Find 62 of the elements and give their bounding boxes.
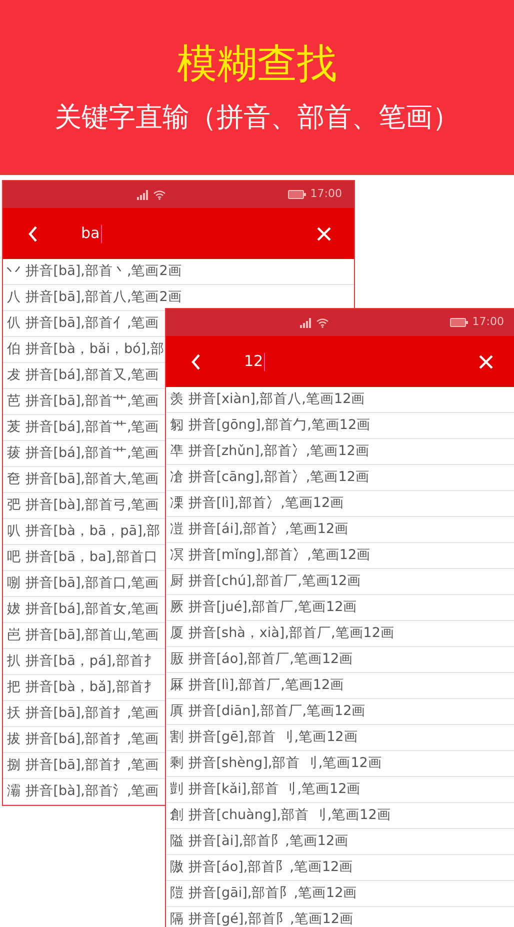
result-text[interactable]: 厧 拼音[diān],部首厂,笔画12画 — [170, 701, 366, 722]
close-icon — [317, 226, 331, 240]
result-text[interactable]: 隞 拼音[áo],部首阝,笔画12画 — [170, 857, 354, 878]
search-field[interactable]: ba — [81, 222, 314, 245]
result-text[interactable]: 凒 拼音[ái],部首冫,笔画12画 — [170, 519, 349, 540]
result-text[interactable]: 岜 拼音[bā],部首山,笔画 — [7, 625, 160, 646]
result-text[interactable]: 扒 拼音[bā，pá],部首扌 — [7, 651, 158, 672]
result-text[interactable]: 剩 拼音[shèng],部首 刂,笔画12画 — [170, 753, 382, 774]
signal-icon — [137, 190, 150, 200]
result-text[interactable]: 厦 拼音[shà，xià],部首厂,笔画12画 — [170, 623, 394, 644]
result-text[interactable]: 羡 拼音[xiàn],部首八,笔画12画 — [170, 389, 366, 410]
result-text[interactable]: 八 拼音[bā],部首八,笔画2画 — [7, 287, 182, 308]
result-text[interactable]: 凖 拼音[zhǔn],部首冫,笔画12画 — [170, 441, 370, 462]
battery-icon — [288, 190, 306, 199]
result-text[interactable]: 哵 拼音[bā],部首口,笔画 — [7, 573, 160, 594]
result-text[interactable]: 犮 拼音[bá],部首又,笔画 — [7, 365, 160, 386]
result-text[interactable]: 厨 拼音[chú],部首厂,笔画12画 — [170, 571, 362, 592]
result-text[interactable]: 叭 拼音[bà，bā，pā],部 — [7, 521, 161, 542]
search-value: ba — [81, 223, 100, 244]
search-value: 12 — [244, 351, 264, 372]
result-text[interactable]: 隔 拼音[gé],部首阝,笔画12画 — [170, 909, 354, 927]
text-caret — [100, 224, 102, 242]
result-text[interactable]: 扷 拼音[bā],部首扌,笔画 — [7, 703, 160, 724]
status-time: 17:00 — [472, 314, 504, 330]
result-text[interactable]: 凓 拼音[lì],部首冫,笔画12画 — [170, 493, 344, 514]
result-text[interactable]: 凕 拼音[mǐng],部首冫,笔画12画 — [170, 545, 371, 566]
close-icon — [479, 354, 493, 368]
result-text[interactable]: 創 拼音[chuàng],部首 刂,笔画12画 — [170, 805, 391, 826]
result-text[interactable]: 芭 拼音[bā],部首艹,笔画 — [7, 391, 160, 412]
result-text[interactable]: 凔 拼音[cāng],部首冫,笔画12画 — [170, 467, 370, 488]
result-text[interactable]: 捌 拼音[bā],部首扌,笔画 — [7, 755, 160, 776]
result-text[interactable]: 厫 拼音[áo],部首厂,笔画12画 — [170, 649, 354, 670]
result-text[interactable]: 灞 拼音[bà],部首氵,笔画 — [7, 781, 160, 802]
result-text[interactable]: 厥 拼音[jué],部首厂,笔画12画 — [170, 597, 358, 618]
status-time: 17:00 — [310, 186, 342, 202]
result-text[interactable]: 仈 拼音[bā],部首亻,笔画 — [7, 313, 160, 334]
signal-icon — [300, 318, 312, 328]
result-text[interactable]: 伯 拼音[bà，bǎi，bó],部 — [7, 339, 164, 360]
result-text[interactable]: 匑 拼音[gōng],部首勹,笔画12画 — [170, 415, 371, 436]
wifi-icon — [153, 190, 166, 200]
result-text[interactable]: 夿 拼音[bā],部首大,笔画 — [7, 469, 160, 490]
result-text[interactable]: 妭 拼音[bá],部首女,笔画 — [7, 599, 160, 620]
search-field[interactable]: 12 — [244, 350, 476, 373]
result-text[interactable]: 吧 拼音[bā，ba],部首口 — [7, 547, 158, 568]
result-text[interactable]: 厤 拼音[lì],部首厂,笔画12画 — [170, 675, 344, 696]
battery-icon — [450, 318, 468, 327]
banner-subtitle: 关键字直输（拼音、部首、笔画） — [54, 101, 460, 135]
wifi-icon — [316, 318, 329, 328]
text-caret — [264, 352, 266, 370]
result-text[interactable]: 菝 拼音[bá],部首艹,笔画 — [7, 443, 160, 464]
result-text[interactable]: 隑 拼音[gāi],部首阝,笔画12画 — [170, 883, 358, 904]
result-text[interactable]: 把 拼音[bà，bǎ],部首扌 — [7, 677, 158, 698]
result-text[interactable]: 拔 拼音[bá],部首扌,笔画 — [7, 729, 160, 750]
result-text[interactable]: 隘 拼音[ài],部首阝,笔画12画 — [170, 831, 349, 852]
banner-title: 模糊查找 — [177, 40, 337, 89]
back-icon — [28, 226, 38, 242]
result-text[interactable]: 割 拼音[gē],部首 刂,笔画12画 — [170, 727, 358, 748]
result-text[interactable]: 剴 拼音[kǎi],部首 刂,笔画12画 — [170, 779, 361, 800]
result-text[interactable]: 茇 拼音[bá],部首艹,笔画 — [7, 417, 160, 438]
result-text[interactable]: 弝 拼音[bà],部首弓,笔画 — [7, 495, 160, 516]
result-text[interactable]: 丷 拼音[bā],部首丶,笔画2画 — [7, 261, 182, 282]
back-icon — [191, 354, 201, 370]
